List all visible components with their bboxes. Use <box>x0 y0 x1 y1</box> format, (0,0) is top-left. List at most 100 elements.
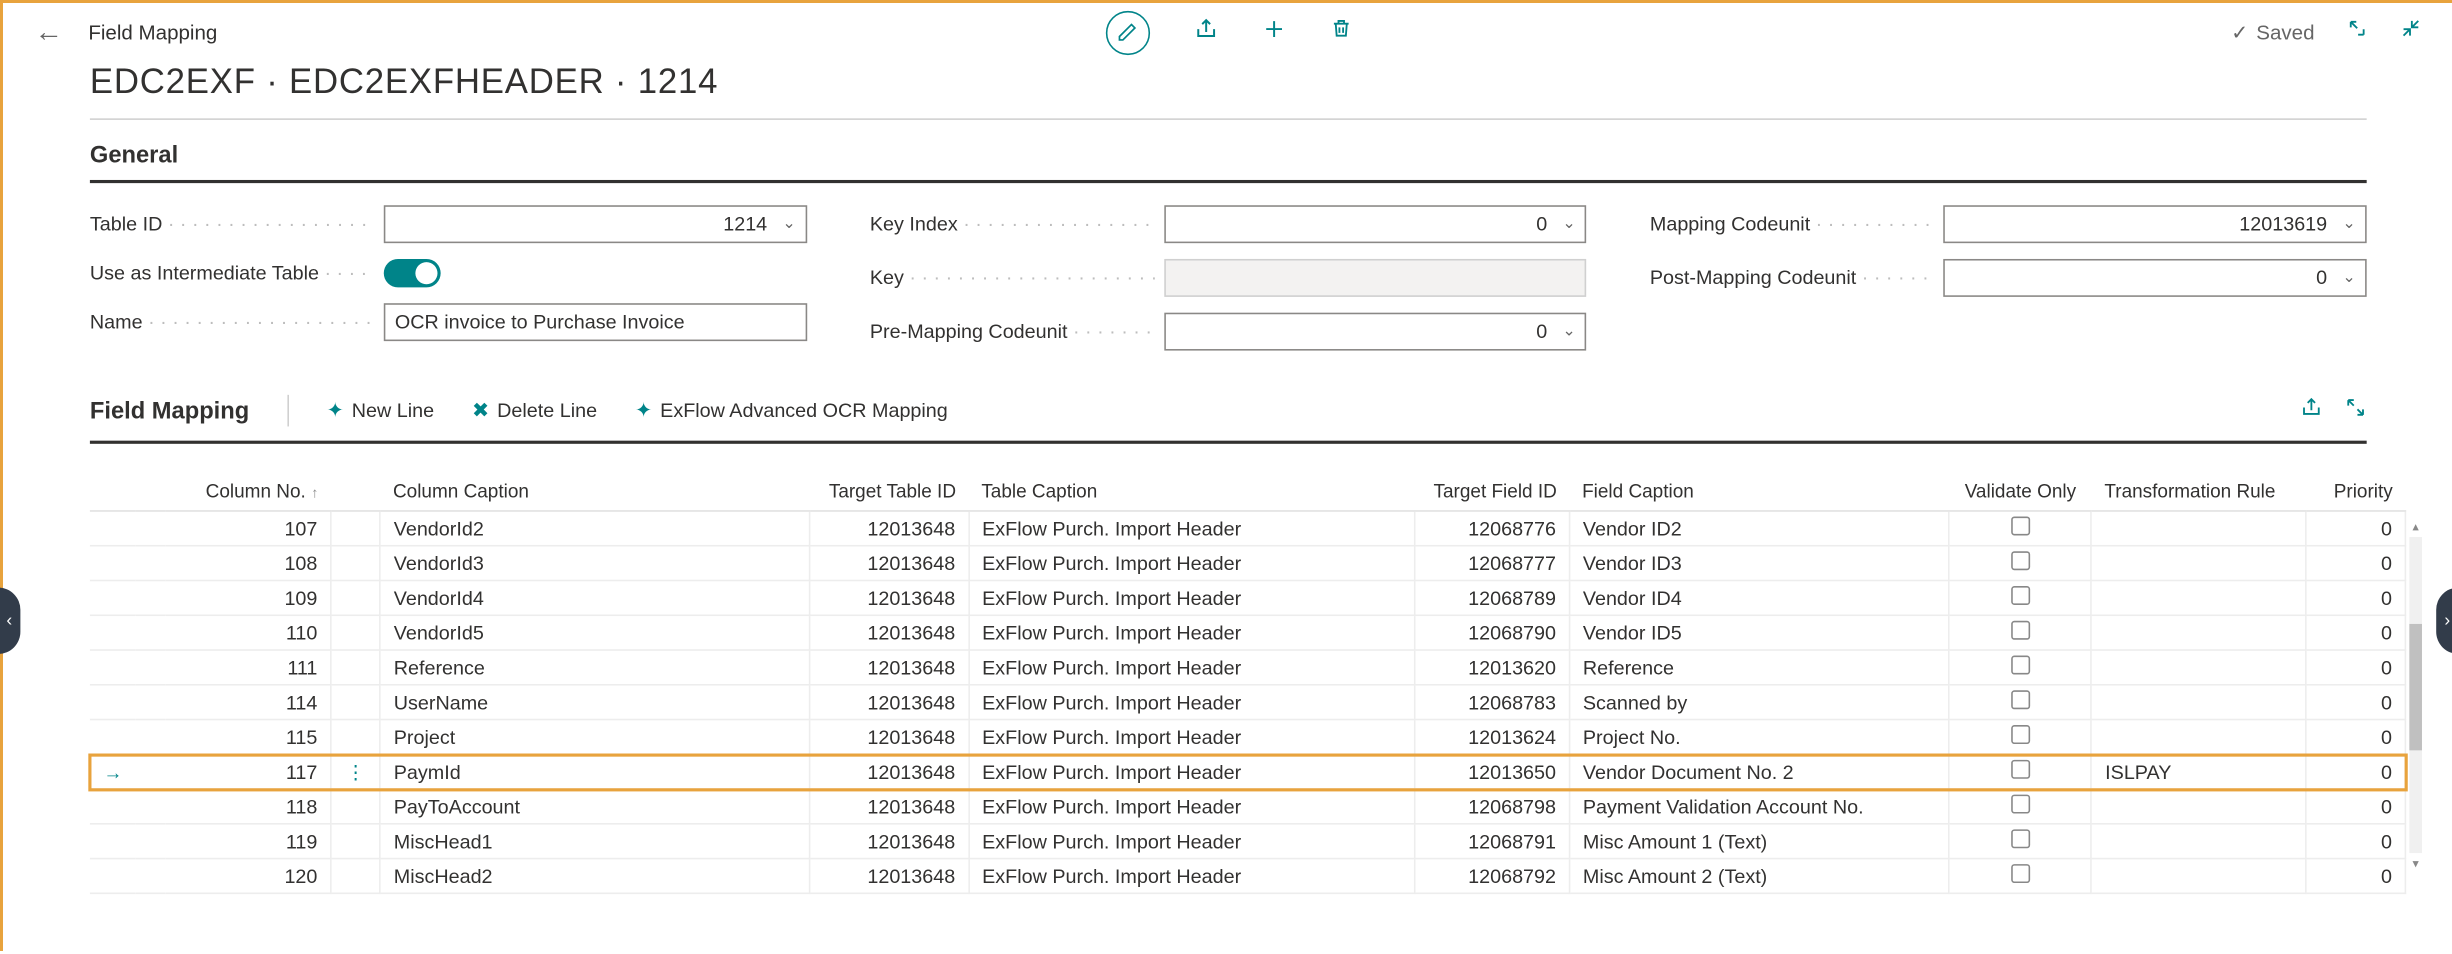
th-target-field-id[interactable]: Target Field ID <box>1414 472 1569 511</box>
cell-priority[interactable]: 0 <box>2306 650 2405 685</box>
cell-field-caption[interactable]: Vendor ID4 <box>1569 580 1949 615</box>
cell-table-caption[interactable]: ExFlow Purch. Import Header <box>969 546 1415 581</box>
cell-column-no[interactable]: 110 <box>166 615 331 650</box>
cell-target-table-id[interactable]: 12013648 <box>809 824 968 859</box>
scroll-track[interactable] <box>2409 537 2422 853</box>
input-post-mapping[interactable]: 0 ⌄ <box>1944 259 2367 297</box>
cell-transformation-rule[interactable] <box>2092 615 2307 650</box>
cell-target-table-id[interactable]: 12013648 <box>809 511 968 546</box>
cell-priority[interactable]: 0 <box>2306 824 2405 859</box>
cell-validate-only[interactable] <box>1949 511 2092 546</box>
cell-column-caption[interactable]: MiscHead1 <box>380 824 809 859</box>
cell-validate-only[interactable] <box>1949 789 2092 824</box>
checkbox-icon[interactable] <box>2011 621 2030 640</box>
cell-table-caption[interactable]: ExFlow Purch. Import Header <box>969 615 1415 650</box>
checkbox-icon[interactable] <box>2011 795 2030 814</box>
cell-column-caption[interactable]: Reference <box>380 650 809 685</box>
cell-column-no[interactable]: 107 <box>166 511 331 546</box>
cell-column-no[interactable]: 119 <box>166 824 331 859</box>
cell-target-field-id[interactable]: 12068791 <box>1414 824 1569 859</box>
cell-priority[interactable]: 0 <box>2306 615 2405 650</box>
cell-target-table-id[interactable]: 12013648 <box>809 615 968 650</box>
cell-field-caption[interactable]: Vendor ID5 <box>1569 615 1949 650</box>
table-row[interactable]: 120MiscHead212013648ExFlow Purch. Import… <box>90 859 2405 894</box>
cell-transformation-rule[interactable] <box>2092 685 2307 720</box>
cell-target-table-id[interactable]: 12013648 <box>809 685 968 720</box>
cell-target-field-id[interactable]: 12013624 <box>1414 720 1569 755</box>
action-new-line[interactable]: ✦ New Line <box>327 398 434 423</box>
th-validate-only[interactable]: Validate Only <box>1949 472 2092 511</box>
collapse-icon[interactable] <box>2400 17 2422 47</box>
checkbox-icon[interactable] <box>2011 656 2030 675</box>
expand-grid-icon[interactable] <box>2345 396 2367 426</box>
cell-validate-only[interactable] <box>1949 546 2092 581</box>
cell-validate-only[interactable] <box>1949 615 2092 650</box>
cell-table-caption[interactable]: ExFlow Purch. Import Header <box>969 720 1415 755</box>
checkbox-icon[interactable] <box>2011 864 2030 883</box>
cell-priority[interactable]: 0 <box>2306 580 2405 615</box>
edit-icon[interactable] <box>1105 10 1149 54</box>
cell-transformation-rule[interactable] <box>2092 650 2307 685</box>
cell-field-caption[interactable]: Misc Amount 2 (Text) <box>1569 859 1949 894</box>
cell-priority[interactable]: 0 <box>2306 754 2405 789</box>
cell-transformation-rule[interactable] <box>2092 824 2307 859</box>
table-row[interactable]: 109VendorId412013648ExFlow Purch. Import… <box>90 580 2405 615</box>
cell-field-caption[interactable]: Reference <box>1569 650 1949 685</box>
cell-target-table-id[interactable]: 12013648 <box>809 789 968 824</box>
th-target-table-id[interactable]: Target Table ID <box>809 472 968 511</box>
input-pre-mapping[interactable]: 0 ⌄ <box>1164 313 1587 351</box>
cell-column-caption[interactable]: VendorId5 <box>380 615 809 650</box>
cell-target-field-id[interactable]: 12068783 <box>1414 685 1569 720</box>
scroll-up-icon[interactable]: ▴ <box>2409 520 2422 534</box>
cell-column-no[interactable]: 108 <box>166 546 331 581</box>
table-row[interactable]: 108VendorId312013648ExFlow Purch. Import… <box>90 546 2405 581</box>
table-row[interactable]: 110 VendorId512013648ExFlow Purch. Import… <box>90 615 2405 650</box>
cell-validate-only[interactable] <box>1949 824 2092 859</box>
delete-icon[interactable] <box>1329 17 1351 47</box>
cell-transformation-rule[interactable] <box>2092 511 2307 546</box>
cell-priority[interactable]: 0 <box>2306 720 2405 755</box>
cell-transformation-rule[interactable] <box>2092 546 2307 581</box>
table-row[interactable]: 111Reference12013648ExFlow Purch. Import… <box>90 650 2405 685</box>
cell-table-caption[interactable]: ExFlow Purch. Import Header <box>969 650 1415 685</box>
toggle-use-intermediate[interactable] <box>384 259 441 287</box>
input-key-index[interactable]: 0 ⌄ <box>1164 205 1587 243</box>
cell-field-caption[interactable]: Vendor Document No. 2 <box>1569 754 1949 789</box>
cell-column-no[interactable]: 120 <box>166 859 331 894</box>
checkbox-icon[interactable] <box>2011 690 2030 709</box>
share-grid-icon[interactable] <box>2300 396 2322 426</box>
cell-table-caption[interactable]: ExFlow Purch. Import Header <box>969 789 1415 824</box>
table-row[interactable]: 114 UserName12013648ExFlow Purch. Import … <box>90 685 2405 720</box>
action-delete-line[interactable]: ✖ Delete Line <box>472 398 597 423</box>
cell-priority[interactable]: 0 <box>2306 789 2405 824</box>
cell-validate-only[interactable] <box>1949 580 2092 615</box>
cell-column-no[interactable]: 114 <box>166 685 331 720</box>
action-exflow-mapping[interactable]: ✦ ExFlow Advanced OCR Mapping <box>635 398 948 423</box>
cell-field-caption[interactable]: Misc Amount 1 (Text) <box>1569 824 1949 859</box>
checkbox-icon[interactable] <box>2011 517 2030 536</box>
cell-field-caption[interactable]: Project No. <box>1569 720 1949 755</box>
share-icon[interactable] <box>1194 16 1218 48</box>
checkbox-icon[interactable] <box>2011 551 2030 570</box>
cell-target-table-id[interactable]: 12013648 <box>809 546 968 581</box>
th-priority[interactable]: Priority <box>2306 472 2405 511</box>
cell-table-caption[interactable]: ExFlow Purch. Import Header <box>969 580 1415 615</box>
cell-target-field-id[interactable]: 12068777 <box>1414 546 1569 581</box>
cell-column-caption[interactable]: MiscHead2 <box>380 859 809 894</box>
cell-transformation-rule[interactable] <box>2092 580 2307 615</box>
cell-target-field-id[interactable]: 12068790 <box>1414 615 1569 650</box>
cell-target-field-id[interactable]: 12068798 <box>1414 789 1569 824</box>
scroll-thumb[interactable] <box>2409 624 2422 750</box>
cell-column-no[interactable]: 109 <box>166 580 331 615</box>
cell-transformation-rule[interactable]: ISLPAY <box>2092 754 2307 789</box>
cell-column-caption[interactable]: UserName <box>380 685 809 720</box>
scroll-down-icon[interactable]: ▾ <box>2409 856 2422 870</box>
cell-transformation-rule[interactable] <box>2092 789 2307 824</box>
cell-validate-only[interactable] <box>1949 754 2092 789</box>
table-row[interactable]: 118PayToAccount12013648ExFlow Purch. Imp… <box>90 789 2405 824</box>
th-table-caption[interactable]: Table Caption <box>969 472 1415 511</box>
cell-priority[interactable]: 0 <box>2306 546 2405 581</box>
cell-table-caption[interactable]: ExFlow Purch. Import Header <box>969 511 1415 546</box>
cell-target-table-id[interactable]: 12013648 <box>809 580 968 615</box>
cell-table-caption[interactable]: ExFlow Purch. Import Header <box>969 685 1415 720</box>
